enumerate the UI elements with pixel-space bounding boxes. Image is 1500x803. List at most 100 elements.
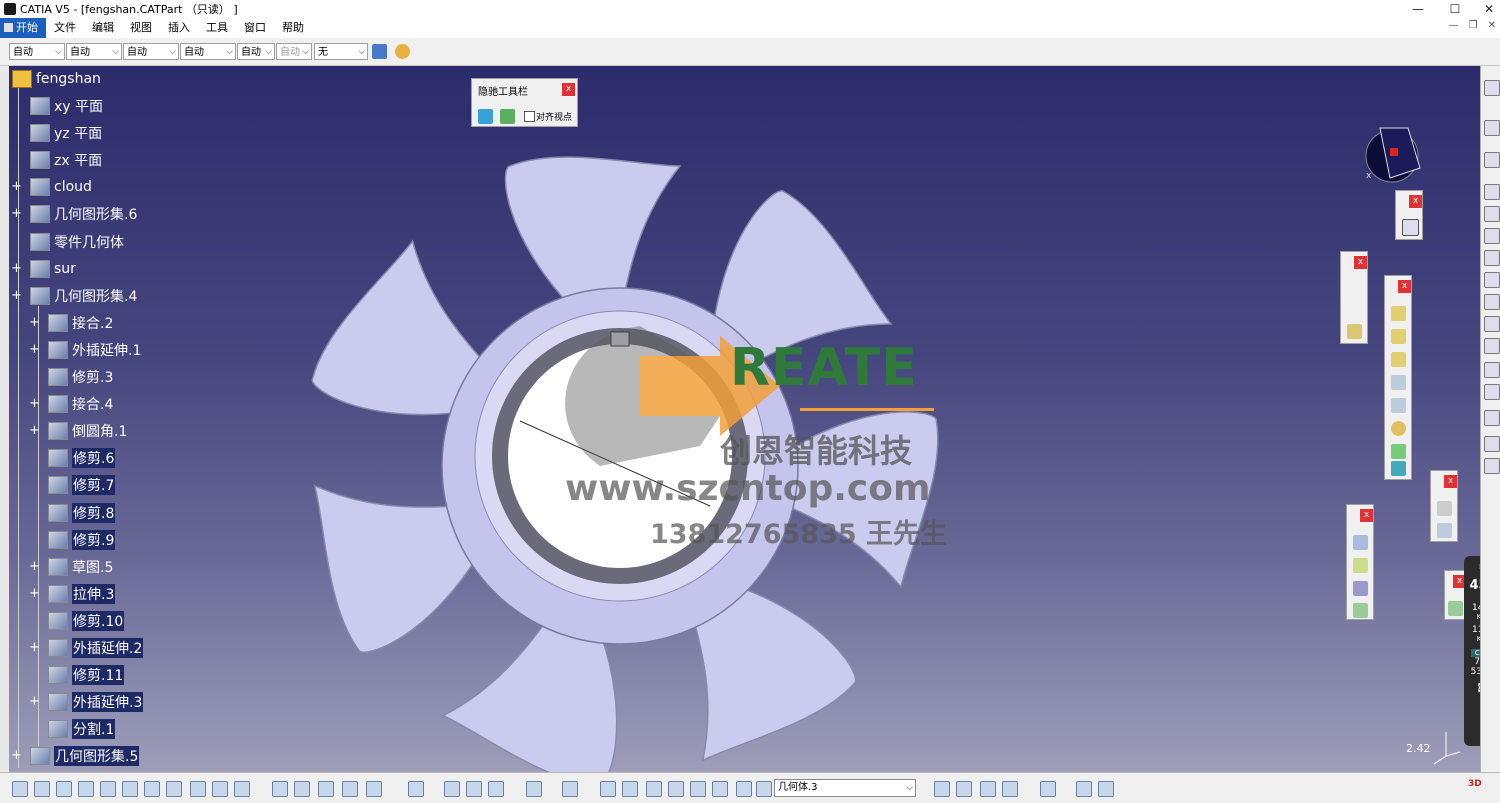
close-icon[interactable]: x [1360, 509, 1373, 522]
menu-help[interactable]: 帮助 [274, 18, 312, 38]
toolbar-icon[interactable] [234, 781, 250, 797]
tree-node[interactable]: 几何图形集.5 [30, 745, 140, 767]
close-icon[interactable]: x [562, 83, 575, 96]
close-icon[interactable]: x [1444, 475, 1457, 488]
linetype-combo[interactable]: 自动 ⌵ [237, 43, 275, 60]
layer-combo[interactable]: 无 ⌵ [314, 43, 368, 60]
toolbar-icon[interactable] [100, 781, 116, 797]
toolbar-icon[interactable] [166, 781, 182, 797]
toolbar-icon[interactable] [1002, 781, 1018, 797]
expand-icon[interactable]: + [29, 641, 40, 654]
shaft-icon[interactable] [1391, 352, 1406, 367]
tree-node[interactable]: 零件几何体 [30, 231, 124, 253]
toolbar-icon[interactable] [622, 781, 638, 797]
toolbar-icon[interactable] [1484, 152, 1500, 168]
toolbar-icon[interactable] [934, 781, 950, 797]
toolbar-icon[interactable] [1484, 294, 1500, 310]
line-color-combo[interactable]: 自动 ⌵ [123, 43, 179, 60]
toolbar-icon[interactable] [1076, 781, 1092, 797]
toolbar-icon[interactable] [1484, 250, 1500, 266]
toolbar-icon[interactable] [712, 781, 728, 797]
toolbar-icon[interactable] [1484, 384, 1500, 400]
doc-restore-icon[interactable]: ❐ [1469, 20, 1478, 31]
expand-icon[interactable]: + [29, 587, 40, 600]
tree-node[interactable]: zx 平面 [30, 149, 102, 171]
toolbar-icon[interactable] [122, 781, 138, 797]
expand-icon[interactable]: + [11, 749, 22, 762]
expand-icon[interactable]: + [11, 289, 22, 302]
expand-icon[interactable]: + [29, 560, 40, 573]
tree-node[interactable]: yz 平面 [30, 122, 102, 144]
toolbar-icon[interactable] [1484, 206, 1500, 222]
pad-icon[interactable] [1391, 306, 1406, 321]
toolbar-icon[interactable] [342, 781, 358, 797]
toolbar-icon[interactable] [1484, 458, 1500, 474]
menu-file[interactable]: 文件 [46, 18, 84, 38]
tree-root[interactable]: fengshan [12, 68, 101, 90]
toolbar-icon[interactable] [1098, 781, 1114, 797]
doc-minimize-icon[interactable]: — [1449, 20, 1459, 31]
tool-icon[interactable] [478, 109, 493, 124]
expand-icon[interactable]: + [29, 424, 40, 437]
tree-node[interactable]: 倒圆角.1 [48, 420, 127, 442]
close-icon[interactable]: x [1409, 195, 1422, 208]
tree-node[interactable]: 几何图形集.4 [30, 285, 137, 307]
transparency-combo[interactable]: 自动 ⌵ [66, 43, 122, 60]
groove-icon[interactable] [1391, 375, 1406, 390]
expand-icon[interactable]: + [11, 207, 22, 220]
toolbar-icon[interactable] [1484, 228, 1500, 244]
toolbar-icon[interactable] [1484, 184, 1500, 200]
toolbar-icon[interactable] [1484, 362, 1500, 378]
tree-node[interactable]: 拉伸.3 [48, 583, 116, 605]
toolbar-icon[interactable] [318, 781, 334, 797]
tree-node[interactable]: 修剪.7 [48, 474, 116, 496]
expand-icon[interactable]: + [29, 316, 40, 329]
expand-icon[interactable]: + [11, 262, 22, 275]
toolbar-icon[interactable] [668, 781, 684, 797]
toolbar-icon[interactable] [1040, 781, 1056, 797]
toolbar-icon[interactable] [190, 781, 206, 797]
toolbar-icon[interactable] [736, 781, 752, 797]
pocket-icon[interactable] [1391, 329, 1406, 344]
toolbar-icon[interactable] [56, 781, 72, 797]
tree-node[interactable]: cloud [30, 176, 92, 198]
line-icon[interactable] [1347, 302, 1362, 317]
toolbar-icon[interactable] [488, 781, 504, 797]
toolbar-icon[interactable] [1484, 272, 1500, 288]
toolbar-icon[interactable] [646, 781, 662, 797]
specification-tree[interactable]: fengshan xy 平面 yz 平面 zx 平面 cloud + 几何图形集.6 + 零件… [0, 66, 300, 772]
translate-icon[interactable] [1353, 535, 1368, 550]
toolbar-icon[interactable] [1484, 120, 1500, 136]
toolbar-icon[interactable] [1484, 80, 1500, 96]
body-selector-combo[interactable]: 几何体.3 ⌵ [774, 779, 916, 797]
toolbar-icon[interactable] [956, 781, 972, 797]
toolbar-icon[interactable] [1484, 338, 1500, 354]
tree-node[interactable]: 接合.2 [48, 312, 113, 334]
toolbar-icon[interactable] [756, 781, 772, 797]
mirror-icon[interactable] [1353, 558, 1368, 573]
tree-node[interactable]: 分割.1 [48, 718, 116, 740]
expand-icon[interactable]: + [11, 180, 22, 193]
tool-icon[interactable] [1437, 523, 1452, 538]
menu-tools[interactable]: 工具 [198, 18, 236, 38]
toolbar-icon[interactable] [444, 781, 460, 797]
align-viewpoint-checkbox[interactable] [524, 111, 535, 122]
toolbar-icon[interactable] [466, 781, 482, 797]
tree-node[interactable]: 外插延伸.1 [48, 339, 141, 361]
pattern-icon[interactable] [1353, 581, 1368, 596]
tool-icon[interactable] [1437, 501, 1452, 516]
tree-node[interactable]: 修剪.8 [48, 502, 116, 524]
toolbar-icon[interactable] [408, 781, 424, 797]
tree-node[interactable]: 修剪.9 [48, 529, 116, 551]
toolbar-icon[interactable] [144, 781, 160, 797]
toolbar-icon[interactable] [690, 781, 706, 797]
toolbar-icon[interactable] [34, 781, 50, 797]
tree-node[interactable]: 修剪.3 [48, 366, 113, 388]
toolbar-icon[interactable] [562, 781, 578, 797]
close-icon[interactable]: x [1354, 256, 1367, 269]
menu-edit[interactable]: 编辑 [84, 18, 122, 38]
properties-painter-icon[interactable] [395, 44, 410, 59]
close-icon[interactable]: x [1398, 280, 1411, 293]
solid-combine-icon[interactable] [1391, 461, 1406, 476]
tree-node[interactable]: 外插延伸.2 [48, 637, 144, 659]
